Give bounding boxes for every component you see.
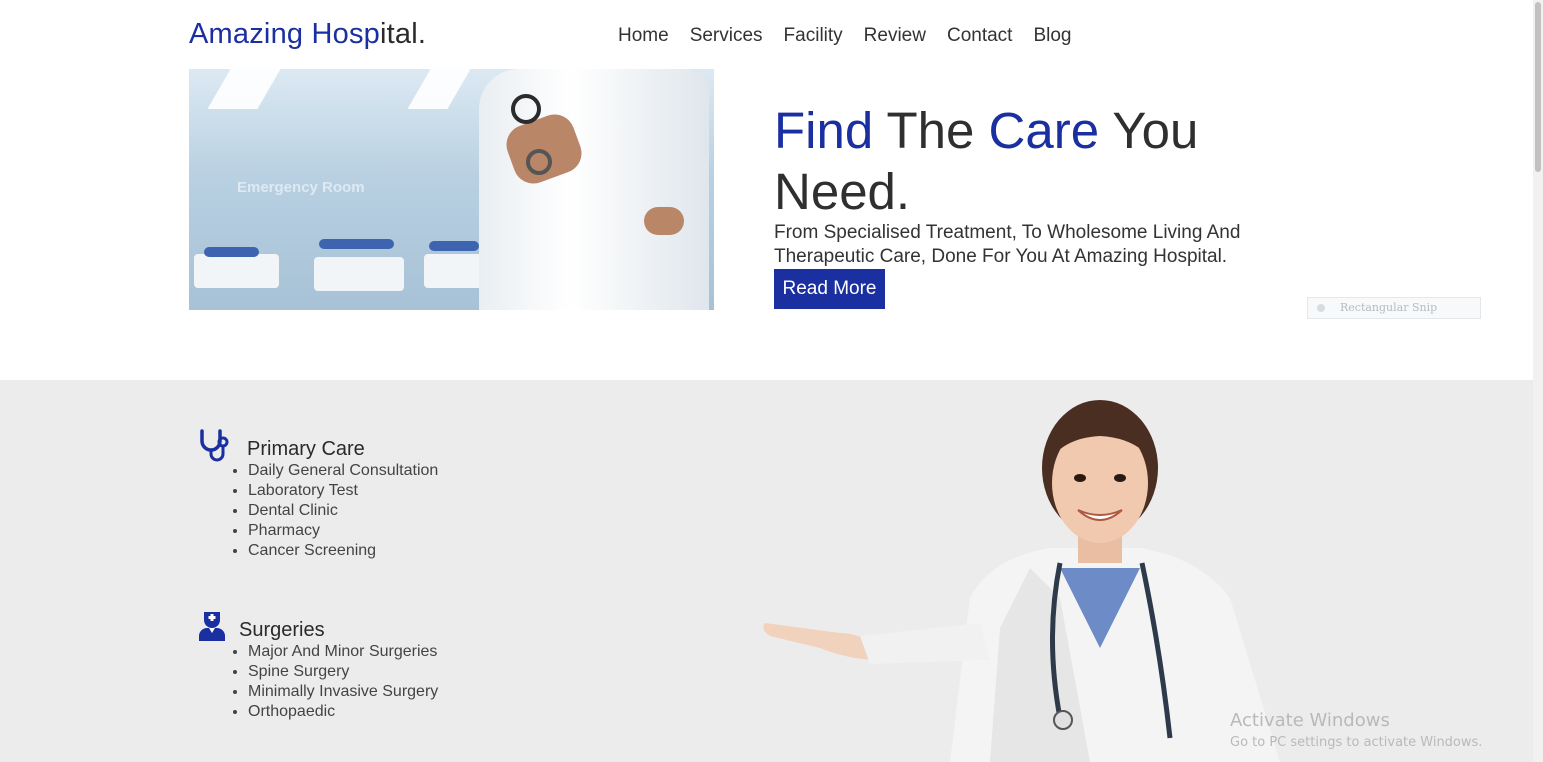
list-item: Laboratory Test bbox=[248, 481, 438, 501]
hero-image: Emergency Room bbox=[189, 69, 714, 310]
site-logo[interactable]: Amazing Hospital. bbox=[189, 18, 426, 51]
nav-contact[interactable]: Contact bbox=[947, 25, 1012, 47]
list-item: Dental Clinic bbox=[248, 501, 438, 521]
stethoscope-icon bbox=[200, 429, 229, 462]
snip-tool-button[interactable]: Rectangular Snip bbox=[1307, 297, 1481, 319]
read-more-button[interactable]: Read More bbox=[774, 269, 885, 309]
list-item: Major And Minor Surgeries bbox=[248, 642, 438, 662]
doctor-image bbox=[763, 400, 1280, 762]
windows-activation-watermark: Activate Windows Go to PC settings to ac… bbox=[1230, 710, 1483, 750]
main-nav: Home Services Facility Review Contact Bl… bbox=[618, 25, 1093, 47]
surgeries-title: Surgeries bbox=[239, 619, 325, 641]
list-item: Pharmacy bbox=[248, 521, 438, 541]
stethoscope bbox=[511, 94, 541, 124]
hero-title: Find The Care You Need. bbox=[774, 102, 1199, 220]
ceiling-light bbox=[407, 69, 471, 109]
hero-subtitle: From Specialised Treatment, To Wholesome… bbox=[774, 222, 1241, 267]
primary-care-title: Primary Care bbox=[247, 438, 365, 460]
nav-facility[interactable]: Facility bbox=[784, 25, 843, 47]
primary-care-list: Daily General Consultation Laboratory Te… bbox=[230, 461, 438, 561]
surgeries-list: Major And Minor Surgeries Spine Surgery … bbox=[230, 642, 438, 722]
list-item: Orthopaedic bbox=[248, 702, 438, 722]
nav-services[interactable]: Services bbox=[690, 25, 763, 47]
emergency-room-sign: Emergency Room bbox=[237, 179, 365, 196]
site-header: Amazing Hospital. Home Services Facility… bbox=[0, 0, 1533, 70]
nav-blog[interactable]: Blog bbox=[1033, 25, 1071, 47]
list-item: Cancer Screening bbox=[248, 541, 438, 561]
nav-review[interactable]: Review bbox=[864, 25, 926, 47]
nav-home[interactable]: Home bbox=[618, 25, 669, 47]
list-item: Spine Surgery bbox=[248, 662, 438, 682]
ceiling-light bbox=[207, 69, 281, 109]
list-item: Minimally Invasive Surgery bbox=[248, 682, 438, 702]
list-item: Daily General Consultation bbox=[248, 461, 438, 481]
hospital-bed bbox=[194, 254, 279, 288]
page-scrollbar[interactable] bbox=[1533, 0, 1543, 762]
nurse-icon bbox=[199, 612, 225, 641]
hospital-bed bbox=[314, 257, 404, 291]
scrollbar-thumb[interactable] bbox=[1535, 2, 1541, 172]
